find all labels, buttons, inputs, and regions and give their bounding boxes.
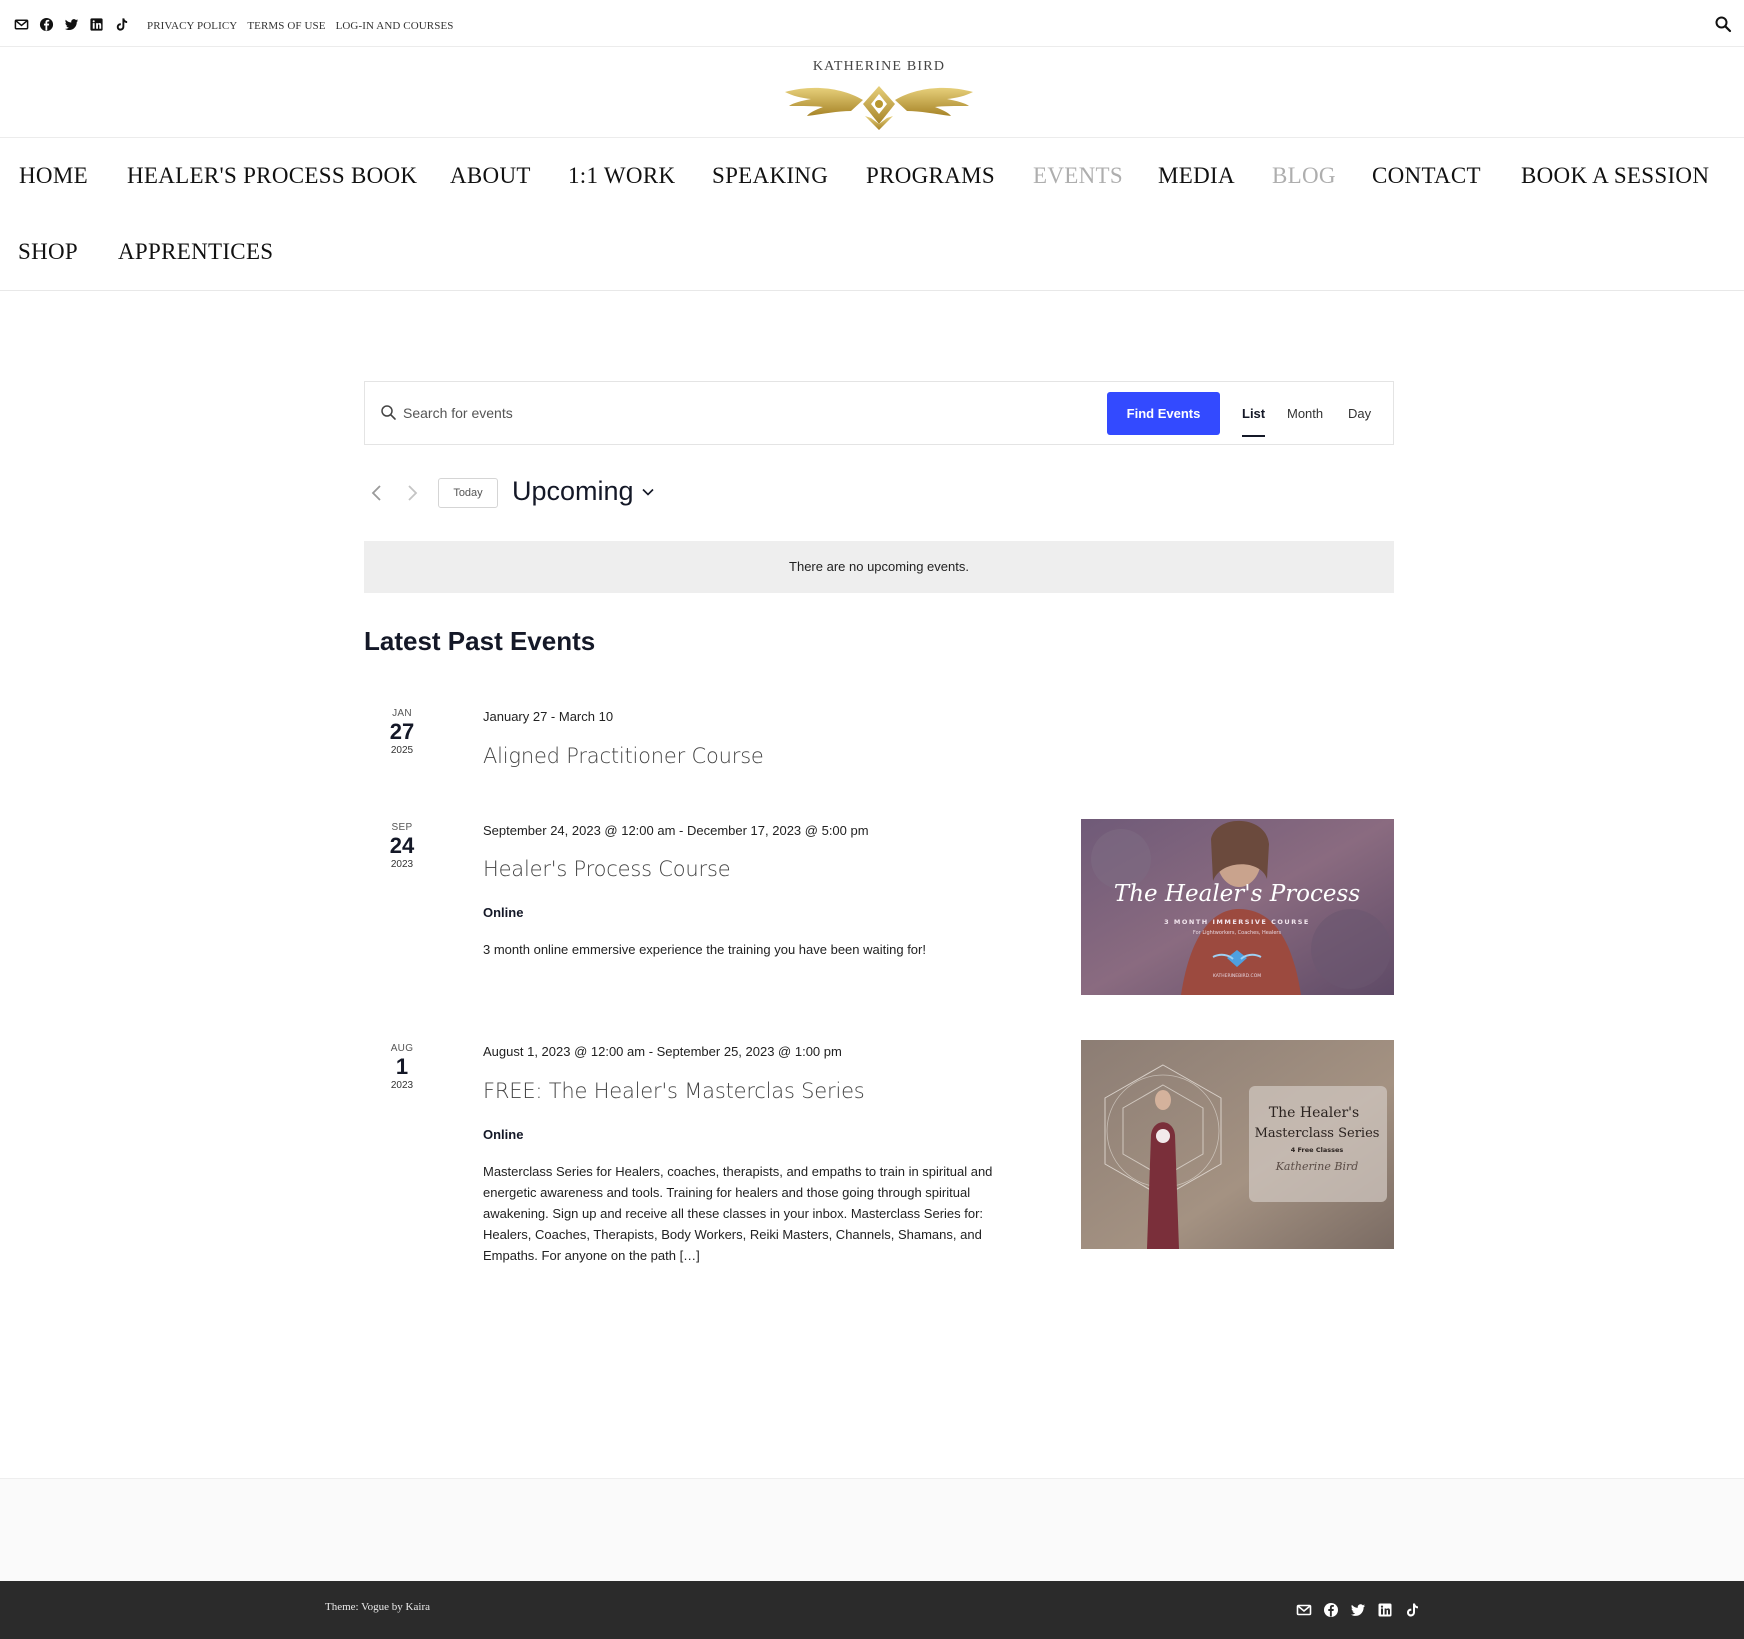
nav-item-apprentices[interactable]: APPRENTICES bbox=[118, 239, 273, 265]
search-icon bbox=[380, 404, 397, 421]
image-title: The Healer's Process bbox=[1114, 881, 1360, 907]
top-bar: PRIVACY POLICY TERMS OF USE LOG-IN AND C… bbox=[0, 0, 1744, 47]
date-range-selector[interactable]: Upcoming bbox=[512, 476, 654, 507]
terms-of-use-link[interactable]: TERMS OF USE bbox=[247, 20, 325, 32]
nav-item-home[interactable]: HOME bbox=[19, 163, 88, 189]
main-nav: HOME HEALER'S PROCESS BOOK ABOUT 1:1 WOR… bbox=[0, 138, 1744, 291]
event-month: JAN bbox=[392, 708, 412, 719]
today-button[interactable]: Today bbox=[438, 478, 498, 508]
image-site: KATHERINEBIRD.COM bbox=[1213, 973, 1261, 979]
nav-item-contact[interactable]: CONTACT bbox=[1372, 163, 1481, 189]
event-search-input[interactable] bbox=[403, 399, 1003, 427]
event-date: SEP 24 2023 bbox=[372, 822, 432, 870]
event-month: AUG bbox=[390, 1043, 414, 1054]
event-year: 2023 bbox=[390, 1080, 414, 1091]
footer-widget-area bbox=[0, 1478, 1744, 1581]
event-title-link[interactable]: Aligned Practitioner Course bbox=[483, 744, 764, 768]
event-year: 2025 bbox=[390, 745, 414, 756]
winged-logo-icon bbox=[785, 86, 973, 130]
event-image[interactable]: The Healer's Masterclass Series 4 Free C… bbox=[1081, 1040, 1394, 1249]
twitter-icon[interactable] bbox=[1350, 1602, 1366, 1618]
nav-item-1-1-work[interactable]: 1:1 WORK bbox=[568, 163, 675, 189]
site-logo[interactable]: KATHERINE BIRD bbox=[0, 48, 1744, 138]
linkedin-icon[interactable] bbox=[88, 16, 104, 32]
nav-item-events[interactable]: EVENTS bbox=[1033, 163, 1123, 189]
nav-item-book-a-session[interactable]: BOOK A SESSION bbox=[1521, 163, 1709, 189]
footer-social-icons bbox=[1296, 1602, 1420, 1618]
event-month: SEP bbox=[391, 822, 413, 833]
logo-text: KATHERINE BIRD bbox=[812, 59, 946, 74]
image-line-4: Katherine Bird bbox=[1275, 1160, 1359, 1173]
top-links: PRIVACY POLICY TERMS OF USE LOG-IN AND C… bbox=[147, 20, 453, 32]
event-date: JAN 27 2025 bbox=[372, 708, 432, 756]
email-icon[interactable] bbox=[13, 16, 29, 32]
tiktok-icon[interactable] bbox=[113, 16, 129, 32]
nav-item-blog[interactable]: BLOG bbox=[1272, 163, 1336, 189]
view-tab-list[interactable]: List bbox=[1242, 406, 1266, 437]
date-range-label: Upcoming bbox=[512, 476, 634, 506]
event-title-link[interactable]: Healer's Process Course bbox=[483, 857, 731, 881]
image-line-3: 4 Free Classes bbox=[1291, 1146, 1344, 1154]
event-datetime: January 27 - March 10 bbox=[483, 709, 614, 724]
top-social-icons bbox=[13, 16, 129, 32]
view-tab-month[interactable]: Month bbox=[1287, 406, 1323, 421]
image-line-2: Masterclass Series bbox=[1255, 1126, 1380, 1141]
previous-arrow-icon[interactable] bbox=[368, 482, 386, 504]
privacy-policy-link[interactable]: PRIVACY POLICY bbox=[147, 20, 237, 32]
find-events-button[interactable]: Find Events bbox=[1107, 392, 1220, 435]
event-datetime: August 1, 2023 @ 12:00 am - September 25… bbox=[483, 1044, 842, 1059]
facebook-icon[interactable] bbox=[38, 16, 54, 32]
events-search-bar: Find Events List Month Day bbox=[364, 381, 1394, 445]
event-description: Masterclass Series for Healers, coaches,… bbox=[483, 1164, 993, 1263]
event-venue: Online bbox=[483, 1127, 524, 1142]
nav-item-speaking[interactable]: SPEAKING bbox=[712, 163, 828, 189]
theme-credit[interactable]: Theme: Vogue by Kaira bbox=[325, 1601, 430, 1613]
event-year: 2023 bbox=[390, 859, 414, 870]
image-tagline: For Lightworkers, Coaches, Healers bbox=[1193, 930, 1282, 936]
twitter-icon[interactable] bbox=[63, 16, 79, 32]
nav-item-shop[interactable]: SHOP bbox=[18, 239, 78, 265]
event-day: 24 bbox=[389, 833, 415, 858]
image-line-1: The Healer's bbox=[1269, 1105, 1359, 1121]
nav-item-about[interactable]: ABOUT bbox=[450, 163, 531, 189]
event-description: 3 month online emmersive experience the … bbox=[483, 942, 926, 957]
event-title-link[interactable]: FREE: The Healer's Masterclas Series bbox=[483, 1079, 865, 1103]
event-day: 27 bbox=[389, 719, 415, 744]
event-day: 1 bbox=[395, 1054, 409, 1079]
past-events-heading: Latest Past Events bbox=[364, 626, 596, 656]
nav-item-programs[interactable]: PROGRAMS bbox=[866, 163, 995, 189]
image-subtitle: 3 MONTH IMMERSIVE COURSE bbox=[1164, 918, 1310, 926]
no-events-notice: There are no upcoming events. bbox=[364, 541, 1394, 593]
tiktok-icon[interactable] bbox=[1404, 1602, 1420, 1618]
event-venue: Online bbox=[483, 905, 524, 920]
facebook-icon[interactable] bbox=[1323, 1602, 1339, 1618]
event-datetime: September 24, 2023 @ 12:00 am - December… bbox=[483, 823, 869, 838]
next-arrow-icon[interactable] bbox=[403, 482, 421, 504]
linkedin-icon[interactable] bbox=[1377, 1602, 1393, 1618]
event-date: AUG 1 2023 bbox=[372, 1043, 432, 1091]
event-image[interactable]: The Healer's Process 3 MONTH IMMERSIVE C… bbox=[1081, 819, 1394, 995]
email-icon[interactable] bbox=[1296, 1602, 1312, 1618]
chevron-down-icon bbox=[641, 488, 654, 496]
nav-item-media[interactable]: MEDIA bbox=[1158, 163, 1235, 189]
nav-item-healers-process-book[interactable]: HEALER'S PROCESS BOOK bbox=[127, 163, 417, 189]
search-icon[interactable] bbox=[1714, 15, 1732, 33]
site-footer: Theme: Vogue by Kaira bbox=[0, 1581, 1744, 1639]
login-courses-link[interactable]: LOG-IN AND COURSES bbox=[336, 20, 454, 32]
view-tab-day[interactable]: Day bbox=[1348, 406, 1371, 421]
